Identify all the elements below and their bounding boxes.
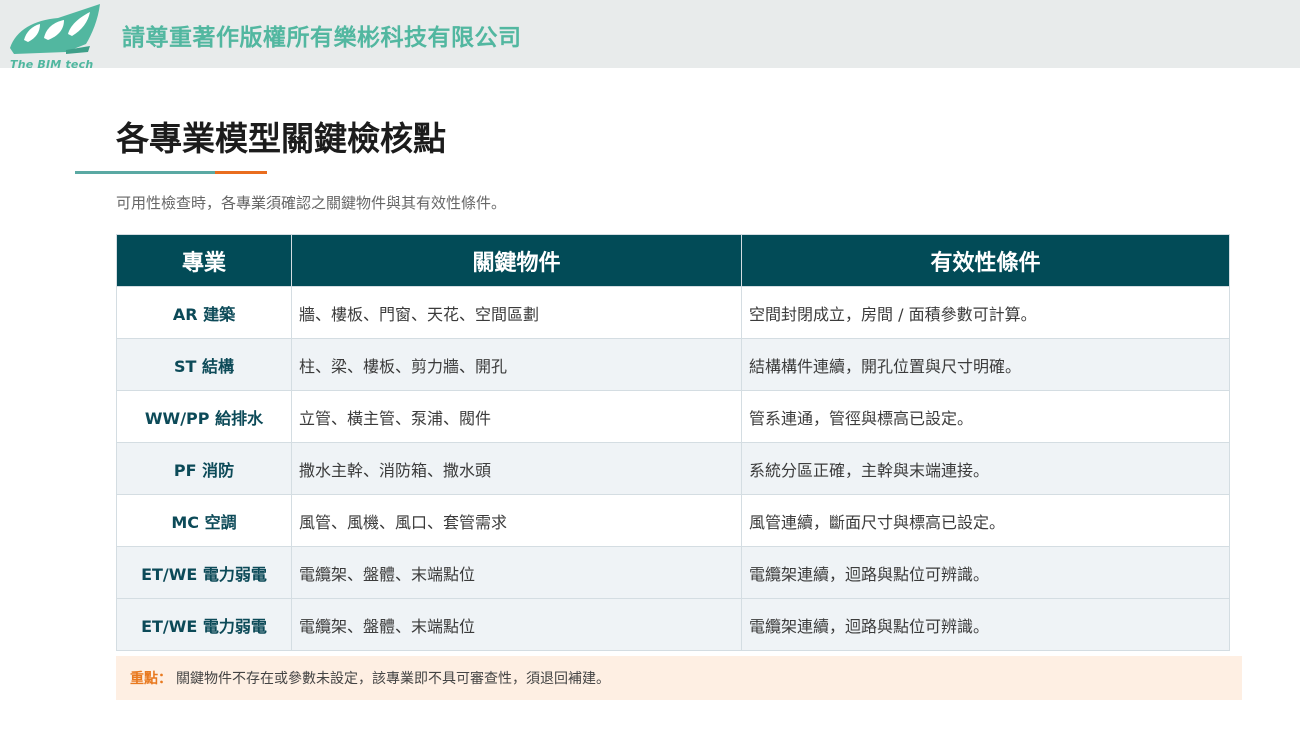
- top-banner: The BIM tech 請尊重著作版權所有樂彬科技有限公司: [0, 0, 1300, 71]
- condition-cell: 電纜架連續，迴路與點位可辨識。: [741, 546, 1230, 599]
- discipline-cell: ET/WE 電力弱電: [116, 598, 292, 651]
- logo-text: The BIM tech: [10, 58, 94, 71]
- table-row: ET/WE 電力弱電 電纜架、盤體、末端點位 電纜架連續，迴路與點位可辨識。: [116, 546, 1230, 599]
- note-text: 關鍵物件不存在或參數未設定，該專業即不具可審查性，須退回補建。: [176, 671, 610, 687]
- objects-cell: 牆、樓板、門窗、天花、空間區劃: [291, 286, 742, 339]
- table-row: PF 消防 撒水主幹、消防箱、撒水頭 系統分區正確，主幹與末端連接。: [116, 442, 1230, 495]
- condition-cell: 電纜架連續，迴路與點位可辨識。: [741, 598, 1230, 651]
- note-label: 重點：: [130, 671, 172, 687]
- discipline-cell: PF 消防: [116, 442, 292, 495]
- condition-cell: 風管連續，斷面尺寸與標高已設定。: [741, 494, 1230, 547]
- condition-cell: 結構構件連續，開孔位置與尺寸明確。: [741, 338, 1230, 391]
- copyright-notice: 請尊重著作版權所有樂彬科技有限公司: [122, 25, 522, 51]
- page-title: 各專業模型關鍵檢核點: [116, 119, 446, 158]
- discipline-cell: MC 空調: [116, 494, 292, 547]
- objects-cell: 柱、梁、樓板、剪力牆、開孔: [291, 338, 742, 391]
- discipline-cell: WW/PP 給排水: [116, 390, 292, 443]
- table-row: AR 建築 牆、樓板、門窗、天花、空間區劃 空間封閉成立，房間 / 面積參數可計…: [116, 286, 1230, 339]
- discipline-cell: ST 結構: [116, 338, 292, 391]
- header-key-objects: 關鍵物件: [291, 234, 742, 287]
- table-header-row: 專業 關鍵物件 有效性條件: [116, 234, 1230, 287]
- condition-cell: 空間封閉成立，房間 / 面積參數可計算。: [741, 286, 1230, 339]
- objects-cell: 立管、橫主管、泵浦、閥件: [291, 390, 742, 443]
- objects-cell: 電纜架、盤體、末端點位: [291, 598, 742, 651]
- objects-cell: 風管、風機、風口、套管需求: [291, 494, 742, 547]
- header-discipline: 專業: [116, 234, 292, 287]
- discipline-cell: AR 建築: [116, 286, 292, 339]
- condition-cell: 管系連通，管徑與標高已設定。: [741, 390, 1230, 443]
- checkpoint-table: 專業 關鍵物件 有效性條件 AR 建築 牆、樓板、門窗、天花、空間區劃 空間封閉…: [116, 234, 1230, 651]
- objects-cell: 撒水主幹、消防箱、撒水頭: [291, 442, 742, 495]
- title-underline-teal: [75, 171, 215, 174]
- header-validity-conditions: 有效性條件: [741, 234, 1230, 287]
- table-row: MC 空調 風管、風機、風口、套管需求 風管連續，斷面尺寸與標高已設定。: [116, 494, 1230, 547]
- discipline-cell: ET/WE 電力弱電: [116, 546, 292, 599]
- page-subtitle: 可用性檢查時，各專業須確認之關鍵物件與其有效性條件。: [116, 194, 507, 212]
- table-row: WW/PP 給排水 立管、橫主管、泵浦、閥件 管系連通，管徑與標高已設定。: [116, 390, 1230, 443]
- table-row: ET/WE 電力弱電 電纜架、盤體、末端點位 電纜架連續，迴路與點位可辨識。: [116, 598, 1230, 651]
- table-row: ST 結構 柱、梁、樓板、剪力牆、開孔 結構構件連續，開孔位置與尺寸明確。: [116, 338, 1230, 391]
- objects-cell: 電纜架、盤體、末端點位: [291, 546, 742, 599]
- title-underline-orange: [215, 171, 267, 174]
- key-point-note: 重點： 關鍵物件不存在或參數未設定，該專業即不具可審查性，須退回補建。: [116, 656, 1242, 700]
- condition-cell: 系統分區正確，主幹與末端連接。: [741, 442, 1230, 495]
